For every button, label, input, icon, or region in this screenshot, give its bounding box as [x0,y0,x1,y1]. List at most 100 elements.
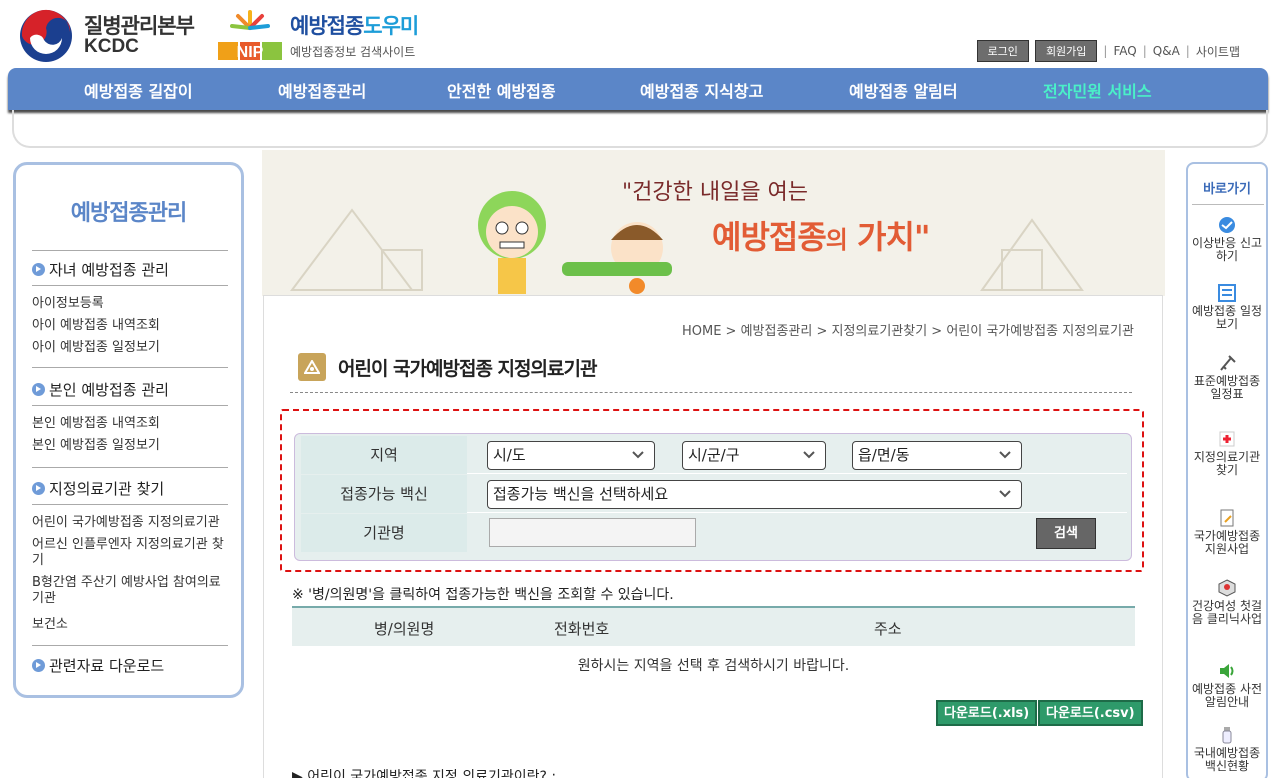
site-title[interactable]: 예방접종도우미 [290,10,419,40]
arrow-bullet-icon [32,659,45,672]
site-title-part-b: 도우미 [363,14,419,38]
table-empty-message: 원하시는 지역을 선택 후 검색하시기 바랍니다. [577,658,850,674]
quick-menu-title: 바로가기 [1203,182,1251,197]
arrow-bullet-icon [32,383,45,396]
sidebar-section-download[interactable]: 관련자료 다운로드 [32,655,164,676]
column-clinic-name: 병/의원명 [374,620,435,638]
sidebar-section-label: 지정의료기관 찾기 [49,480,165,498]
sido-select[interactable]: 시/도 [487,441,655,470]
quick-item-label: 예방접종 일정보기 [1191,304,1263,331]
table-header: 병/의원명 전화번호 주소 [292,606,1135,646]
quick-item-label: 국가예방접종 지원사업 [1193,529,1261,556]
download-xls-button[interactable]: 다운로드(.xls) [936,700,1038,726]
info-heading[interactable]: ▶ 어린이 국가예방접종 지정 의료기관이란? : [292,766,556,778]
sidebar-section-label: 관련자료 다운로드 [49,657,165,675]
banner-headline-c: 가치" [857,218,931,256]
quick-item-label: 국내예방접종 백신현황 [1193,746,1261,773]
banner-headline: 예방접종의 가치" [712,212,931,258]
column-address: 주소 [874,620,902,638]
download-csv-button[interactable]: 다운로드(.csv) [1038,700,1143,726]
quick-item-support[interactable]: 국가예방접종 지원사업 [1188,509,1266,556]
sidebar-item-self-schedule[interactable]: 본인 예방접종 일정보기 [32,438,232,454]
sido-value: 시/도 [493,446,526,464]
sidebar-item-child-register[interactable]: 아이정보등록 [32,296,232,312]
vaccine-value: 접종가능 백신을 선택하세요 [493,485,669,503]
sidebar-item-child-schedule[interactable]: 아이 예방접종 일정보기 [32,340,232,356]
sidebar-section-self[interactable]: 본인 예방접종 관리 [32,379,169,400]
first-aid-icon [1219,431,1235,447]
org-abbr: KCDC [84,36,139,57]
check-circle-icon [1219,217,1235,233]
sigungu-select[interactable]: 시/군/구 [682,441,826,470]
sidebar-item-child-history[interactable]: 아이 예방접종 내역조회 [32,318,232,334]
box-icon [1218,579,1236,597]
sigungu-value: 시/군/구 [688,446,740,464]
name-label: 기관명 [301,514,467,552]
svg-text:NIP: NIP [237,44,264,61]
quick-item-adverse[interactable]: 이상반응 신고하기 [1188,216,1266,263]
list-icon [1218,284,1236,302]
banner-headline-b: 의 [825,225,848,254]
separator: | [1185,44,1190,58]
girl-character-icon [562,222,672,294]
sidebar-section-clinic[interactable]: 지정의료기관 찾기 [32,478,164,499]
sidebar-item-health-center[interactable]: 보건소 [32,617,232,633]
search-row-vaccine: 접종가능 백신 접종가능 백신을 선택하세요 [301,475,1127,513]
sidebar-title: 예방접종관리 [70,201,187,226]
nav-item-eservice[interactable]: 전자민원 서비스 [1043,78,1152,102]
nav-item-safe[interactable]: 안전한 예방접종 [447,78,556,102]
site-header: 질병관리본부 KCDC NIP 예방접종도우미 예방접종정보 검색사이트 로그인… [0,0,1280,68]
dong-select[interactable]: 읍/면/동 [852,441,1022,470]
sidebar-section-child[interactable]: 자녀 예방접종 관리 [32,259,169,280]
nip-logo-icon[interactable]: NIP [214,6,286,62]
nav-item-management[interactable]: 예방접종관리 [278,78,366,102]
boy-character-icon [478,191,546,294]
left-sidebar: 예방접종관리 자녀 예방접종 관리 아이정보등록 아이 예방접종 내역조회 아이… [13,162,244,698]
content-area: HOME > 예방접종관리 > 지정의료기관찾기 > 어린이 국가예방접종 지정… [263,295,1163,778]
nav-item-guide[interactable]: 예방접종 길잡이 [84,78,193,102]
login-button[interactable]: 로그인 [976,40,1029,62]
clinic-name-input[interactable] [489,518,696,547]
column-phone: 전화번호 [554,620,610,638]
chevron-down-icon [803,451,815,459]
divider [290,392,1132,393]
faq-link[interactable]: FAQ [1113,44,1136,58]
nav-item-knowledge[interactable]: 예방접종 지식창고 [640,78,763,102]
qna-link[interactable]: Q&A [1153,44,1180,58]
nav-item-notice[interactable]: 예방접종 알림터 [849,78,958,102]
chevron-down-icon [632,451,644,459]
quick-item-clinic[interactable]: 지정의료기관 찾기 [1188,430,1266,477]
sidebar-item-flu-clinic[interactable]: 어르신 인플루엔자 지정의료기관 찾기 [32,537,232,569]
sidebar-item-self-history[interactable]: 본인 예방접종 내역조회 [32,416,232,432]
sitemap-link[interactable]: 사이트맵 [1196,43,1240,60]
signup-button[interactable]: 회원가입 [1034,40,1098,62]
main-banner: "건강한 내일을 여는 예방접종의 가치" [262,150,1165,296]
quick-item-standard[interactable]: 표준예방접종 일정표 [1188,354,1266,401]
document-icon [1220,509,1234,527]
quick-item-schedule[interactable]: 예방접종 일정보기 [1188,284,1266,331]
results-table: 병/의원명 전화번호 주소 원하시는 지역을 선택 후 검색하시기 바랍니다. [292,606,1135,686]
sidebar-item-hepb-clinic[interactable]: B형간염 주산기 예방사업 참여의료기관 [32,575,232,607]
banner-slogan: "건강한 내일을 여는 [622,180,809,205]
quick-menu: 바로가기 이상반응 신고하기 예방접종 일정보기 표준예방접종 일정표 지정의료… [1186,162,1268,778]
syringe-icon [1220,355,1236,371]
sub-nav [12,110,1268,148]
quick-item-women-clinic[interactable]: 건강여성 첫걸음 클리닉사업 [1188,579,1266,626]
quick-item-alert[interactable]: 예방접종 사전알림안내 [1188,662,1266,709]
sidebar-section-label: 본인 예방접종 관리 [49,381,169,399]
quick-item-label: 건강여성 첫걸음 클리닉사업 [1191,599,1263,626]
quick-item-label: 표준예방접종 일정표 [1193,374,1261,401]
vaccine-select[interactable]: 접종가능 백신을 선택하세요 [487,480,1022,509]
breadcrumb: HOME > 예방접종관리 > 지정의료기관찾기 > 어린이 국가예방접종 지정… [681,324,1134,339]
quick-item-vaccine-status[interactable]: 국내예방접종 백신현황 [1188,726,1266,773]
search-button[interactable]: 검색 [1036,518,1096,549]
kdca-logo-icon[interactable] [18,8,74,64]
region-label: 지역 [301,436,467,474]
divider [32,285,228,286]
sidebar-section-label: 자녀 예방접종 관리 [49,261,169,279]
search-panel: 지역 시/도 시/군/구 읍/면/동 접종가능 백신 접종가능 백신을 선택하세… [294,433,1132,561]
page-title-wrap: 어린이 국가예방접종 지정의료기관 [298,353,597,381]
chevron-down-icon [999,451,1011,459]
divider [1192,204,1264,205]
sidebar-item-child-clinic[interactable]: 어린이 국가예방접종 지정의료기관 [32,515,232,531]
